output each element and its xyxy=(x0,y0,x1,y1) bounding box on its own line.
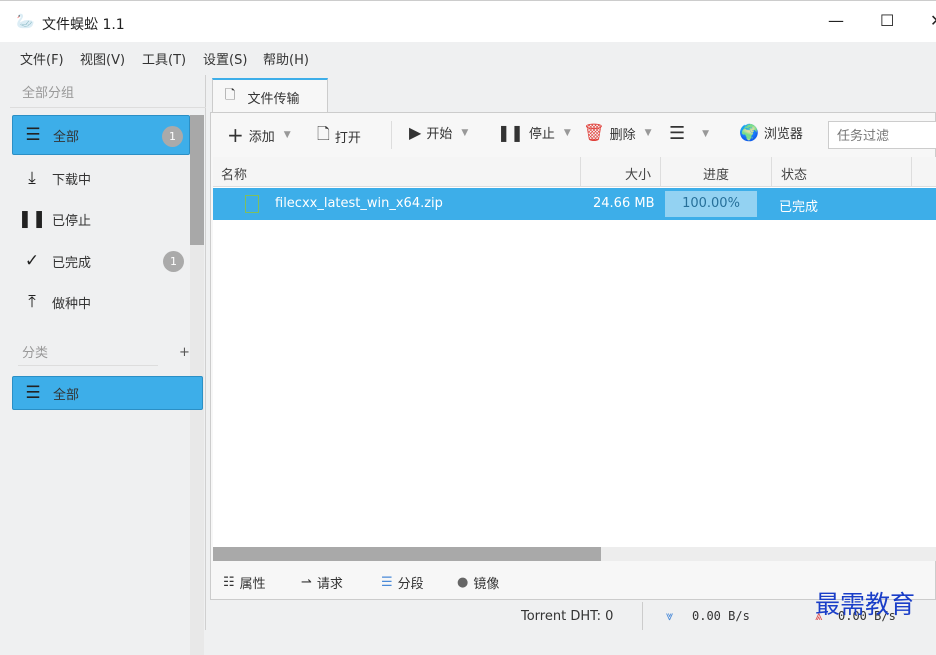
zip-file-icon xyxy=(245,195,259,213)
main-panel: +添加▼ 🗋打开 ▶开始▼ ❚❚停止▼ 🗑删除▼ ☰▼ 🌍浏览器 名称 大小 进… xyxy=(210,112,936,600)
maximize-button[interactable]: ☐ xyxy=(880,11,894,30)
table-header: 名称 大小 进度 状态 xyxy=(213,157,936,187)
circle-icon: ● xyxy=(457,575,469,590)
task-table: 名称 大小 进度 状态 filecxx_latest_win_x64.zip 2… xyxy=(213,157,936,547)
pause-icon: ❚❚ xyxy=(17,209,47,229)
status-bar: Torrent DHT: 0 ⩔ 0.00 B/s ⩓ 0.00 B/s xyxy=(0,600,936,631)
menu-file[interactable]: 文件(F) xyxy=(20,49,64,68)
column-name[interactable]: 名称 xyxy=(221,164,247,183)
play-icon: ▶ xyxy=(409,123,422,142)
download-speed-icon: ⩔ xyxy=(666,609,674,624)
delete-button[interactable]: 🗑 删除 ▼ xyxy=(583,123,652,143)
segments-icon: ☰ xyxy=(381,575,393,590)
menu-view[interactable]: 视图(V) xyxy=(80,49,125,68)
trash-icon: 🗑 xyxy=(583,123,605,143)
open-button[interactable]: 🗋 打开 xyxy=(317,123,361,150)
watermark: 最需教育 xyxy=(815,590,916,619)
column-status[interactable]: 状态 xyxy=(781,164,807,183)
sidebar-item-stopped[interactable]: ❚❚ 已停止 xyxy=(12,199,190,239)
sidebar-item-all[interactable]: ☰ 全部 1 xyxy=(12,115,190,155)
dht-status: Torrent DHT: 0 xyxy=(521,609,614,624)
count-badge: 1 xyxy=(162,126,183,147)
add-button[interactable]: + 添加 ▼ xyxy=(227,123,291,147)
tab-mirrors[interactable]: ● 镜像 xyxy=(457,573,499,592)
check-icon: ✓ xyxy=(24,251,40,271)
sidebar: 全部分组 ☰ 全部 1 ⤓ 下载中 ❚❚ 已停止 ✓ 已完成 1 ⤒ 做种中 分类 + ☰… xyxy=(10,75,206,655)
horizontal-scrollbar[interactable] xyxy=(213,547,936,561)
window-title: 文件蜈蚣 1.1 xyxy=(42,17,125,33)
tab-file-transfer[interactable]: 🗋 文件传输 xyxy=(212,78,328,114)
download-icon: ⤓ xyxy=(28,168,36,188)
column-size[interactable]: 大小 xyxy=(625,164,651,183)
browser-button[interactable]: 🌍 浏览器 xyxy=(739,123,803,142)
menu-bar: 文件(F) 视图(V) 工具(T) 设置(S) 帮助(H) xyxy=(0,42,936,72)
open-file-icon: 🗋 xyxy=(317,124,330,143)
file-size: 24.66 MB xyxy=(593,196,655,211)
properties-icon: ☷ xyxy=(223,575,235,590)
group-header: 全部分组 xyxy=(22,86,75,101)
menu-icon: ☰ xyxy=(25,125,41,145)
menu-icon: ☰ xyxy=(669,123,686,144)
category-item-all[interactable]: ☰ 全部 xyxy=(12,376,203,410)
category-header: 分类 xyxy=(22,346,49,361)
stop-button[interactable]: ❚❚ 停止 ▼ xyxy=(497,123,571,142)
menu-tools[interactable]: 工具(T) xyxy=(142,49,186,68)
pause-icon: ❚❚ xyxy=(497,123,524,142)
table-row[interactable]: filecxx_latest_win_x64.zip 24.66 MB 100.… xyxy=(213,188,936,220)
menu-icon: ☰ xyxy=(25,383,41,403)
plus-icon: + xyxy=(227,123,244,147)
file-icon: 🗋 xyxy=(225,88,236,103)
download-speed: 0.00 B/s xyxy=(692,609,750,623)
start-button[interactable]: ▶ 开始 ▼ xyxy=(409,123,468,142)
task-filter-input[interactable] xyxy=(828,121,936,149)
sidebar-item-seeding[interactable]: ⤒ 做种中 xyxy=(12,282,190,322)
globe-icon: 🌍 xyxy=(739,123,759,142)
file-name: filecxx_latest_win_x64.zip xyxy=(275,196,443,211)
close-button[interactable]: ✕ xyxy=(930,11,936,30)
sidebar-item-completed[interactable]: ✓ 已完成 1 xyxy=(12,241,190,281)
file-status: 已完成 xyxy=(779,200,819,215)
count-badge: 1 xyxy=(163,251,184,272)
tab-properties[interactable]: ☷ 属性 xyxy=(223,573,266,592)
progress-bar: 100.00% xyxy=(665,191,757,217)
sidebar-item-downloading[interactable]: ⤓ 下载中 xyxy=(12,158,190,198)
app-logo-icon: 🦢 xyxy=(16,12,35,30)
column-progress[interactable]: 进度 xyxy=(703,164,729,183)
toolbar: + 添加 ▼ 🗋 打开 ▶ 开始 ▼ ❚❚ 停止 ▼ 🗑 删除 ▼ ☰ ▼ 🌍 浏览器 xyxy=(211,113,936,157)
arrow-right-icon: ⇀ xyxy=(301,575,312,590)
tab-requests[interactable]: ⇀ 请求 xyxy=(301,573,343,592)
more-menu-button[interactable]: ☰ ▼ xyxy=(669,123,709,144)
menu-help[interactable]: 帮助(H) xyxy=(263,49,309,68)
add-category-button[interactable]: + xyxy=(179,345,190,360)
upload-icon: ⤒ xyxy=(28,292,36,312)
tab-segments[interactable]: ☰ 分段 xyxy=(381,573,424,592)
title-bar: 🦢 文件蜈蚣 1.1 — ☐ ✕ xyxy=(0,0,936,42)
menu-settings[interactable]: 设置(S) xyxy=(203,49,247,68)
minimize-button[interactable]: — xyxy=(828,11,844,30)
